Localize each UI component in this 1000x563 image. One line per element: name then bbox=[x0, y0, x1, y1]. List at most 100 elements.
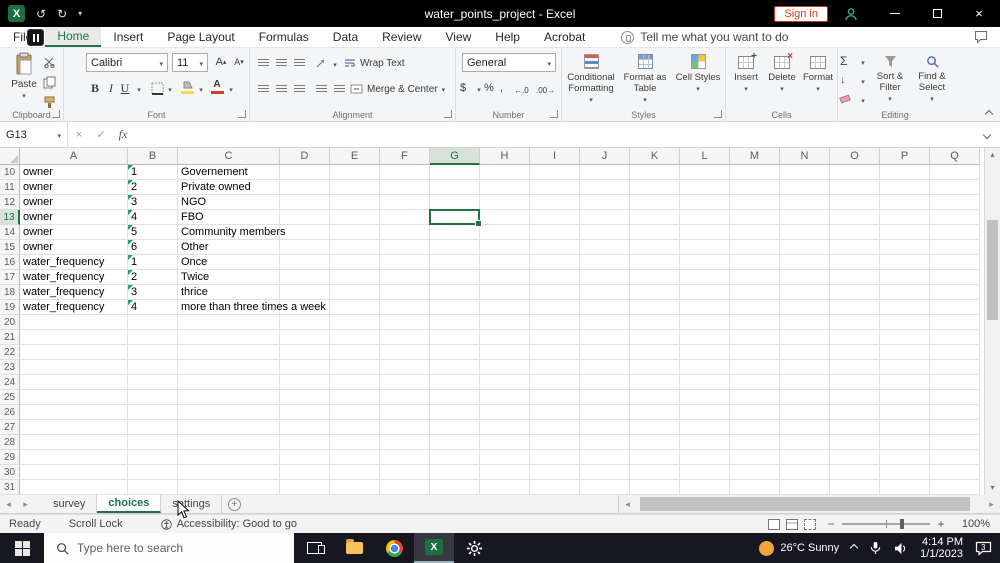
cell-G23[interactable] bbox=[430, 360, 480, 375]
font-name-dropdown-icon[interactable] bbox=[159, 57, 163, 69]
cell-G28[interactable] bbox=[430, 435, 480, 450]
row-header-14[interactable]: 14 bbox=[0, 225, 20, 240]
cell-K14[interactable] bbox=[630, 225, 680, 240]
cell-E26[interactable] bbox=[330, 405, 380, 420]
cell-A29[interactable] bbox=[20, 450, 128, 465]
cell-L22[interactable] bbox=[680, 345, 730, 360]
excel-logo-icon[interactable]: X bbox=[8, 5, 25, 22]
cell-H11[interactable] bbox=[480, 180, 530, 195]
cell-A21[interactable] bbox=[20, 330, 128, 345]
cell-Q28[interactable] bbox=[930, 435, 980, 450]
cell-M17[interactable] bbox=[730, 270, 780, 285]
minimize-button[interactable] bbox=[874, 0, 916, 27]
cell-M14[interactable] bbox=[730, 225, 780, 240]
cell-G26[interactable] bbox=[430, 405, 480, 420]
clipboard-dialog-launcher-icon[interactable] bbox=[52, 110, 60, 118]
cell-L27[interactable] bbox=[680, 420, 730, 435]
sign-in-button[interactable]: Sign in bbox=[774, 5, 828, 22]
cell-M13[interactable] bbox=[730, 210, 780, 225]
cell-M29[interactable] bbox=[730, 450, 780, 465]
cell-K28[interactable] bbox=[630, 435, 680, 450]
cell-E10[interactable] bbox=[330, 165, 380, 180]
cell-Q14[interactable] bbox=[930, 225, 980, 240]
cell-K13[interactable] bbox=[630, 210, 680, 225]
zoom-slider[interactable] bbox=[842, 519, 930, 529]
user-icon[interactable] bbox=[844, 7, 858, 21]
cell-L17[interactable] bbox=[680, 270, 730, 285]
percent-style-button[interactable]: % bbox=[484, 80, 494, 96]
align-left-icon[interactable] bbox=[254, 81, 272, 97]
cell-E11[interactable] bbox=[330, 180, 380, 195]
cell-B13[interactable]: 4 bbox=[128, 210, 178, 225]
cell-F10[interactable] bbox=[380, 165, 430, 180]
cell-I22[interactable] bbox=[530, 345, 580, 360]
cell-F12[interactable] bbox=[380, 195, 430, 210]
underline-dropdown-icon[interactable] bbox=[130, 82, 148, 98]
start-button[interactable] bbox=[0, 533, 44, 563]
cell-H28[interactable] bbox=[480, 435, 530, 450]
vertical-scroll-thumb[interactable] bbox=[987, 220, 998, 320]
cell-A30[interactable] bbox=[20, 465, 128, 480]
enter-icon[interactable]: ✓ bbox=[90, 128, 112, 141]
row-header-17[interactable]: 17 bbox=[0, 270, 20, 285]
column-header-D[interactable]: D bbox=[280, 148, 330, 165]
cell-O21[interactable] bbox=[830, 330, 880, 345]
cell-J23[interactable] bbox=[580, 360, 630, 375]
recording-pause-overlay-icon[interactable] bbox=[27, 29, 44, 46]
cell-M21[interactable] bbox=[730, 330, 780, 345]
cell-M30[interactable] bbox=[730, 465, 780, 480]
cell-I27[interactable] bbox=[530, 420, 580, 435]
horizontal-scroll-track[interactable] bbox=[636, 495, 983, 513]
cell-K26[interactable] bbox=[630, 405, 680, 420]
normal-view-icon[interactable] bbox=[768, 518, 780, 530]
cell-I17[interactable] bbox=[530, 270, 580, 285]
cell-F29[interactable] bbox=[380, 450, 430, 465]
column-header-I[interactable]: I bbox=[530, 148, 580, 165]
cell-P28[interactable] bbox=[880, 435, 930, 450]
cell-F24[interactable] bbox=[380, 375, 430, 390]
cell-C13[interactable]: FBO bbox=[178, 210, 280, 225]
cell-D31[interactable] bbox=[280, 480, 330, 495]
cell-J10[interactable] bbox=[580, 165, 630, 180]
cell-Q31[interactable] bbox=[930, 480, 980, 495]
cell-H18[interactable] bbox=[480, 285, 530, 300]
cell-I11[interactable] bbox=[530, 180, 580, 195]
ribbon-tab-formulas[interactable]: Formulas bbox=[247, 27, 321, 47]
cell-B15[interactable]: 6 bbox=[128, 240, 178, 255]
restore-button[interactable] bbox=[916, 0, 958, 27]
hscroll-left-icon[interactable]: ◂ bbox=[619, 499, 636, 510]
cell-M18[interactable] bbox=[730, 285, 780, 300]
cell-P14[interactable] bbox=[880, 225, 930, 240]
cell-L10[interactable] bbox=[680, 165, 730, 180]
ribbon-tab-data[interactable]: Data bbox=[321, 27, 370, 47]
cell-Q23[interactable] bbox=[930, 360, 980, 375]
column-header-L[interactable]: L bbox=[680, 148, 730, 165]
cell-G30[interactable] bbox=[430, 465, 480, 480]
cell-P21[interactable] bbox=[880, 330, 930, 345]
accessibility-status[interactable]: Accessibility: Good to go bbox=[160, 518, 297, 530]
cell-O25[interactable] bbox=[830, 390, 880, 405]
cell-A24[interactable] bbox=[20, 375, 128, 390]
cell-O27[interactable] bbox=[830, 420, 880, 435]
row-header-20[interactable]: 20 bbox=[0, 315, 20, 330]
cell-N16[interactable] bbox=[780, 255, 830, 270]
cell-P31[interactable] bbox=[880, 480, 930, 495]
cell-H27[interactable] bbox=[480, 420, 530, 435]
cell-K20[interactable] bbox=[630, 315, 680, 330]
cell-F25[interactable] bbox=[380, 390, 430, 405]
row-header-24[interactable]: 24 bbox=[0, 375, 20, 390]
conditional-formatting-dropdown-icon[interactable] bbox=[589, 94, 593, 105]
cell-F23[interactable] bbox=[380, 360, 430, 375]
cell-J18[interactable] bbox=[580, 285, 630, 300]
cell-N28[interactable] bbox=[780, 435, 830, 450]
ribbon-tab-view[interactable]: View bbox=[434, 27, 484, 47]
vertical-scrollbar[interactable]: ▴ ▾ bbox=[984, 148, 1000, 495]
cell-L25[interactable] bbox=[680, 390, 730, 405]
cell-A17[interactable]: water_frequency bbox=[20, 270, 128, 285]
cell-J16[interactable] bbox=[580, 255, 630, 270]
cell-I28[interactable] bbox=[530, 435, 580, 450]
cell-A22[interactable] bbox=[20, 345, 128, 360]
cell-J21[interactable] bbox=[580, 330, 630, 345]
column-header-K[interactable]: K bbox=[630, 148, 680, 165]
delete-dropdown-icon[interactable] bbox=[780, 83, 784, 94]
